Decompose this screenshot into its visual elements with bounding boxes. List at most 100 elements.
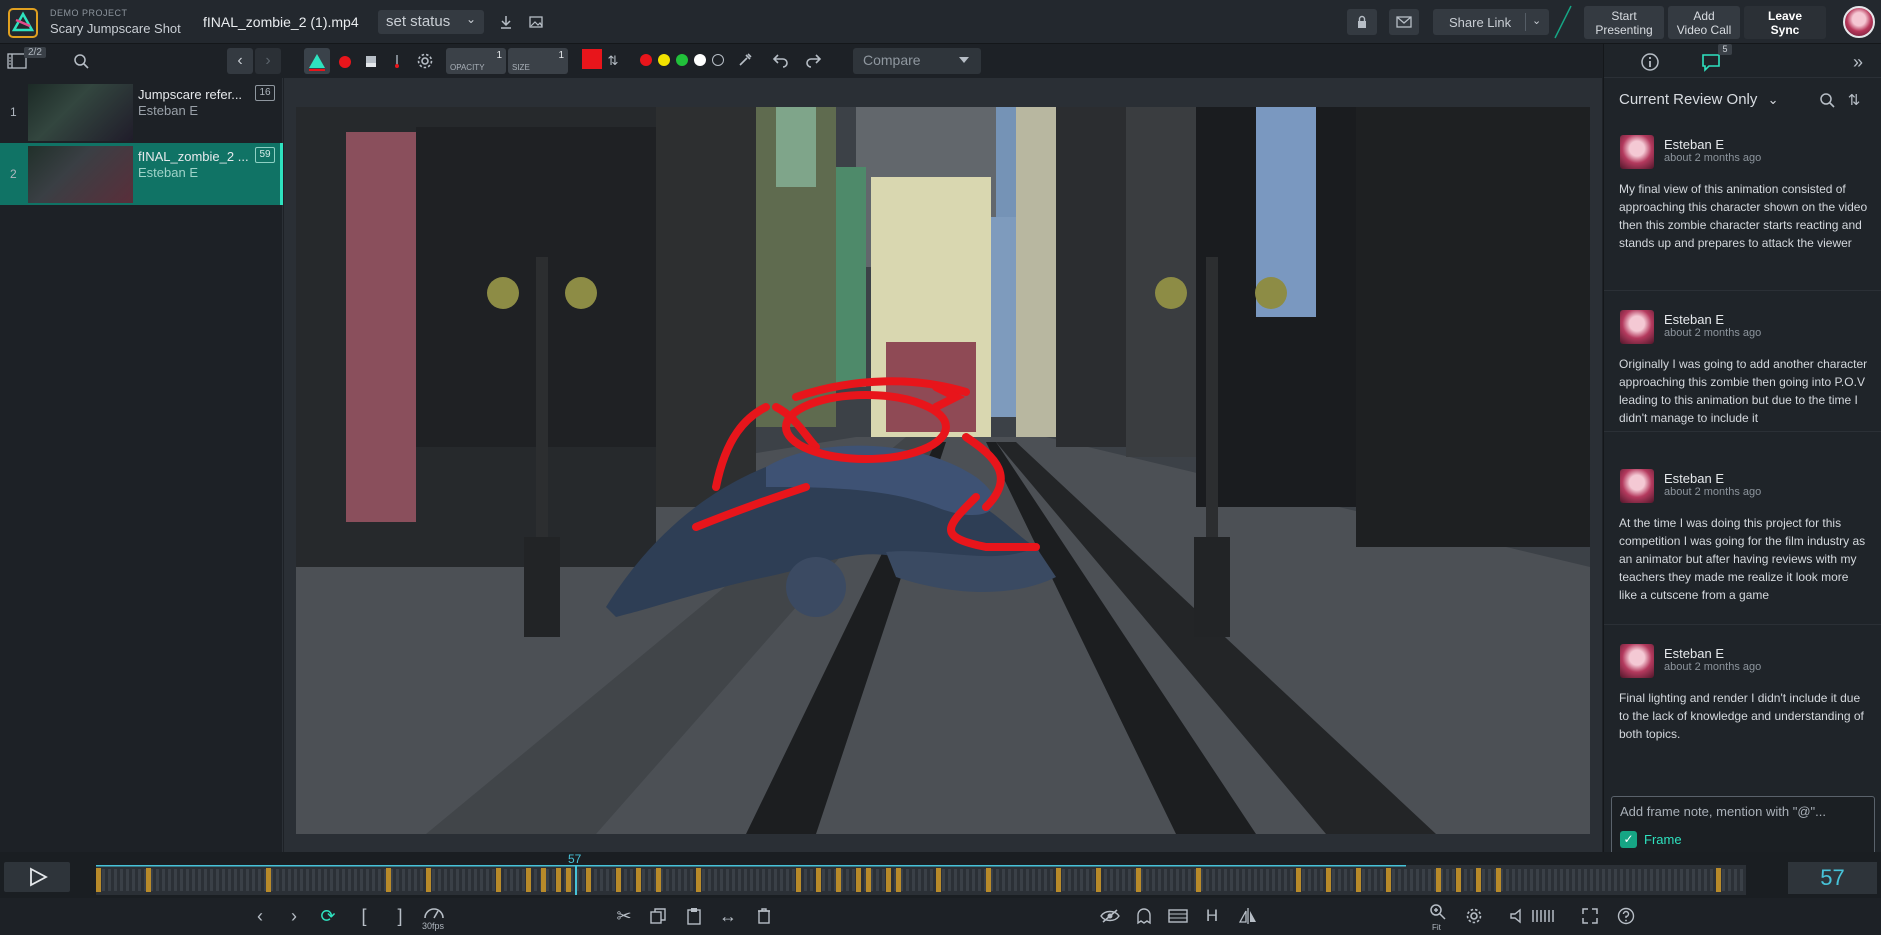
comment-marker[interactable]: [556, 868, 561, 892]
move-horizontal-icon[interactable]: ↔: [716, 904, 740, 928]
horizontal-flip-letter-icon[interactable]: H: [1200, 904, 1224, 928]
opacity-slider[interactable]: OPACITY 1: [446, 48, 506, 74]
shape-tool[interactable]: [304, 48, 330, 74]
info-icon[interactable]: [1638, 50, 1662, 74]
download-icon[interactable]: [496, 12, 516, 32]
leave-sync-button[interactable]: Leave Sync: [1744, 6, 1826, 39]
scissors-icon[interactable]: ✂: [612, 904, 636, 928]
comment-marker[interactable]: [386, 868, 391, 892]
set-status-button[interactable]: set status ⌄: [378, 10, 484, 34]
media-viewer[interactable]: [284, 78, 1602, 852]
tool-settings-button[interactable]: [412, 48, 438, 74]
eraser-tool[interactable]: [358, 48, 384, 74]
comment-marker[interactable]: [1456, 868, 1461, 892]
swap-colors-icon[interactable]: ⇅: [606, 52, 620, 70]
comment-marker[interactable]: [1136, 868, 1141, 892]
comment-marker[interactable]: [896, 868, 901, 892]
playhead[interactable]: [575, 865, 577, 895]
add-video-call-button[interactable]: Add Video Call: [1668, 6, 1740, 39]
comment-marker[interactable]: [586, 868, 591, 892]
comment-marker[interactable]: [1326, 868, 1331, 892]
color-white-swatch[interactable]: [694, 54, 706, 66]
eyedropper-icon[interactable]: [734, 49, 756, 71]
comment-marker[interactable]: [696, 868, 701, 892]
ghost-icon[interactable]: [1132, 904, 1156, 928]
size-slider[interactable]: SIZE 1: [508, 48, 568, 74]
comment-marker[interactable]: [1356, 868, 1361, 892]
zoom-fit-icon[interactable]: [1426, 900, 1450, 924]
comment-marker[interactable]: [1386, 868, 1391, 892]
next-frame-icon[interactable]: ›: [282, 904, 306, 928]
set-in-point-icon[interactable]: [: [352, 904, 376, 928]
comment-marker[interactable]: [836, 868, 841, 892]
comment-item[interactable]: Esteban E about 2 months ago Final light…: [1604, 634, 1881, 746]
comment-marker[interactable]: [541, 868, 546, 892]
comment-marker[interactable]: [656, 868, 661, 892]
fullscreen-icon[interactable]: [1578, 904, 1602, 928]
comment-marker[interactable]: [616, 868, 621, 892]
comment-marker[interactable]: [1496, 868, 1501, 892]
chevron-down-icon[interactable]: ⌄: [1532, 14, 1541, 27]
comment-marker[interactable]: [886, 868, 891, 892]
comment-marker[interactable]: [866, 868, 871, 892]
email-button[interactable]: [1389, 9, 1419, 35]
project-name[interactable]: Scary Jumpscare Shot: [50, 21, 181, 36]
share-link-button[interactable]: Share Link ⌄: [1433, 9, 1549, 35]
timeline-track[interactable]: [96, 865, 1746, 895]
frame-note-input[interactable]: Add frame note, mention with "@"... ✓ Fr…: [1611, 796, 1875, 858]
frame-checkbox[interactable]: ✓: [1620, 831, 1637, 848]
pen-tool[interactable]: [384, 48, 410, 74]
comment-marker[interactable]: [1096, 868, 1101, 892]
current-color-swatch[interactable]: [582, 49, 602, 69]
user-avatar[interactable]: [1843, 6, 1875, 38]
comment-item[interactable]: Esteban E about 2 months ago At the time…: [1604, 459, 1881, 625]
comment-marker[interactable]: [496, 868, 501, 892]
comment-marker[interactable]: [856, 868, 861, 892]
comment-marker[interactable]: [266, 868, 271, 892]
current-frame-display[interactable]: 57: [1788, 862, 1877, 894]
help-icon[interactable]: [1614, 904, 1638, 928]
comment-marker[interactable]: [1196, 868, 1201, 892]
search-comments-icon[interactable]: [1817, 90, 1837, 110]
comment-marker[interactable]: [1296, 868, 1301, 892]
comment-marker[interactable]: [986, 868, 991, 892]
settings-gear-icon[interactable]: [1462, 904, 1486, 928]
volume-level-icon[interactable]: [1530, 904, 1560, 928]
redo-icon[interactable]: [802, 49, 824, 71]
color-yellow-swatch[interactable]: [658, 54, 670, 66]
loop-icon[interactable]: ⟳: [316, 904, 340, 928]
film-strip-icon[interactable]: [1166, 904, 1190, 928]
comment-marker[interactable]: [146, 868, 151, 892]
comment-marker[interactable]: [1056, 868, 1061, 892]
previous-version-button[interactable]: ‹: [227, 48, 253, 74]
comment-item[interactable]: Esteban E about 2 months ago My final vi…: [1604, 125, 1881, 291]
undo-icon[interactable]: [770, 49, 792, 71]
color-green-swatch[interactable]: [676, 54, 688, 66]
start-presenting-button[interactable]: Start Presenting: [1584, 6, 1664, 39]
image-icon[interactable]: [526, 12, 546, 32]
comment-marker[interactable]: [796, 868, 801, 892]
paste-icon[interactable]: [682, 904, 706, 928]
color-red-swatch[interactable]: [640, 54, 652, 66]
compare-dropdown[interactable]: Compare: [853, 48, 981, 74]
video-frame[interactable]: [296, 107, 1590, 834]
comment-marker[interactable]: [526, 868, 531, 892]
hide-annotations-icon[interactable]: [1098, 904, 1122, 928]
color-black-swatch[interactable]: [712, 54, 724, 66]
comment-marker[interactable]: [816, 868, 821, 892]
previous-frame-icon[interactable]: ‹: [248, 904, 272, 928]
next-version-button[interactable]: ›: [255, 48, 281, 74]
mirror-icon[interactable]: [1236, 904, 1260, 928]
search-icon[interactable]: [70, 50, 92, 72]
version-item-1[interactable]: 1 Jumpscare refer... Esteban E 16: [0, 81, 283, 143]
comment-marker[interactable]: [566, 868, 571, 892]
comment-marker[interactable]: [426, 868, 431, 892]
collapse-panel-icon[interactable]: »: [1846, 50, 1870, 74]
version-item-2[interactable]: 2 fINAL_zombie_2 ... Esteban E 59: [0, 143, 283, 205]
copy-icon[interactable]: [646, 904, 670, 928]
comment-marker[interactable]: [636, 868, 641, 892]
comment-marker[interactable]: [96, 868, 101, 892]
comment-marker[interactable]: [936, 868, 941, 892]
set-out-point-icon[interactable]: ]: [388, 904, 412, 928]
blob-tool[interactable]: [332, 48, 358, 74]
